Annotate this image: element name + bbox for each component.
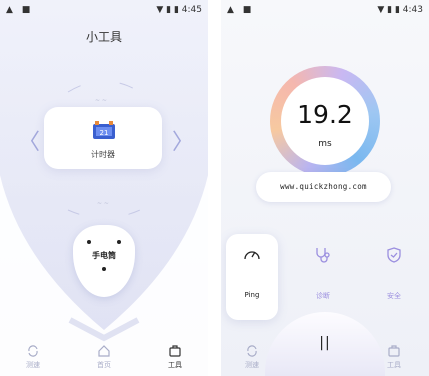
tool-diagnose-label: 诊断 xyxy=(316,292,330,300)
status-right: ▼ ▮ ▮ 4:43 xyxy=(377,5,423,15)
latency-value: 19.2 xyxy=(297,100,353,129)
tool-ping-label: Ping xyxy=(244,291,260,299)
status-right: ▼ ▮ ▮ 4:45 xyxy=(156,5,202,15)
status-left-icons: ▲ ■ xyxy=(6,5,34,15)
toolbox-icon xyxy=(169,345,181,357)
arc-decoration-top xyxy=(67,80,141,93)
tool-security[interactable]: 安全 xyxy=(368,234,420,320)
speedometer-icon xyxy=(244,251,260,260)
refresh-icon xyxy=(247,345,257,357)
tool-diagnose[interactable]: 诊断 xyxy=(297,234,349,320)
shield-check-icon xyxy=(387,247,401,263)
svg-text:21: 21 xyxy=(100,129,109,137)
timer-label: 计时器 xyxy=(91,150,115,159)
nav-speedtest[interactable]: 测速 xyxy=(8,344,58,370)
nav-home[interactable]: 首页 xyxy=(79,344,129,370)
status-bar: ▲ ■ ▼ ▮ ▮ 4:43 xyxy=(221,0,429,22)
pick-dot xyxy=(87,240,91,244)
tool-security-label: 安全 xyxy=(387,292,401,300)
bottom-nav: 测速 首页 工具 xyxy=(0,336,208,376)
pick-dot xyxy=(117,240,121,244)
faint-label-top: ~ ~ xyxy=(95,97,107,104)
next-arrow-button[interactable]: 〉 xyxy=(172,124,194,156)
pick-dot xyxy=(102,267,106,271)
nav-tools-label: 工具 xyxy=(387,361,401,369)
tool-ping[interactable]: Ping xyxy=(226,234,278,320)
shield-background xyxy=(0,0,208,376)
nav-speedtest-label: 测速 xyxy=(245,361,259,369)
tools-screen: ▲ ■ ▼ ▮ ▮ 4:45 小工具 ~ ~ 〈 〉 21 计时器 ~ ~ 手电… xyxy=(0,0,208,376)
nav-tools[interactable]: 工具 xyxy=(369,344,419,370)
refresh-icon xyxy=(28,345,38,357)
nav-speedtest[interactable]: 测速 xyxy=(227,344,277,370)
prev-arrow-button[interactable]: 〈 xyxy=(18,124,40,156)
bottom-nav: 测速 工具 xyxy=(221,336,429,376)
stethoscope-icon xyxy=(316,248,330,263)
toolbox-icon xyxy=(388,345,400,357)
timer-icon: 21 xyxy=(93,121,115,139)
latency-unit: ms xyxy=(318,139,332,149)
timer-card[interactable]: 21 计时器 xyxy=(44,107,162,169)
arc-decoration-mid xyxy=(67,209,141,219)
nav-home-label: 首页 xyxy=(97,361,111,369)
status-left-icons: ▲ ■ xyxy=(227,5,255,15)
flashlight-label: 手电筒 xyxy=(92,251,116,260)
latency-gauge: 19.2 ms xyxy=(270,66,380,176)
nav-speedtest-label: 测速 xyxy=(26,361,40,369)
target-url[interactable]: www.quickzhong.com xyxy=(256,172,391,202)
nav-tools[interactable]: 工具 xyxy=(150,344,200,370)
speedtest-screen: ▲ ■ ▼ ▮ ▮ 4:43 19.2 ms www.quickzhong.co… xyxy=(221,0,429,376)
page-title: 小工具 xyxy=(85,30,122,44)
gauge-center: 19.2 ms xyxy=(281,77,369,165)
home-icon xyxy=(98,345,110,357)
status-bar: ▲ ■ ▼ ▮ ▮ 4:45 xyxy=(0,0,208,22)
nav-tools-label: 工具 xyxy=(168,361,182,369)
